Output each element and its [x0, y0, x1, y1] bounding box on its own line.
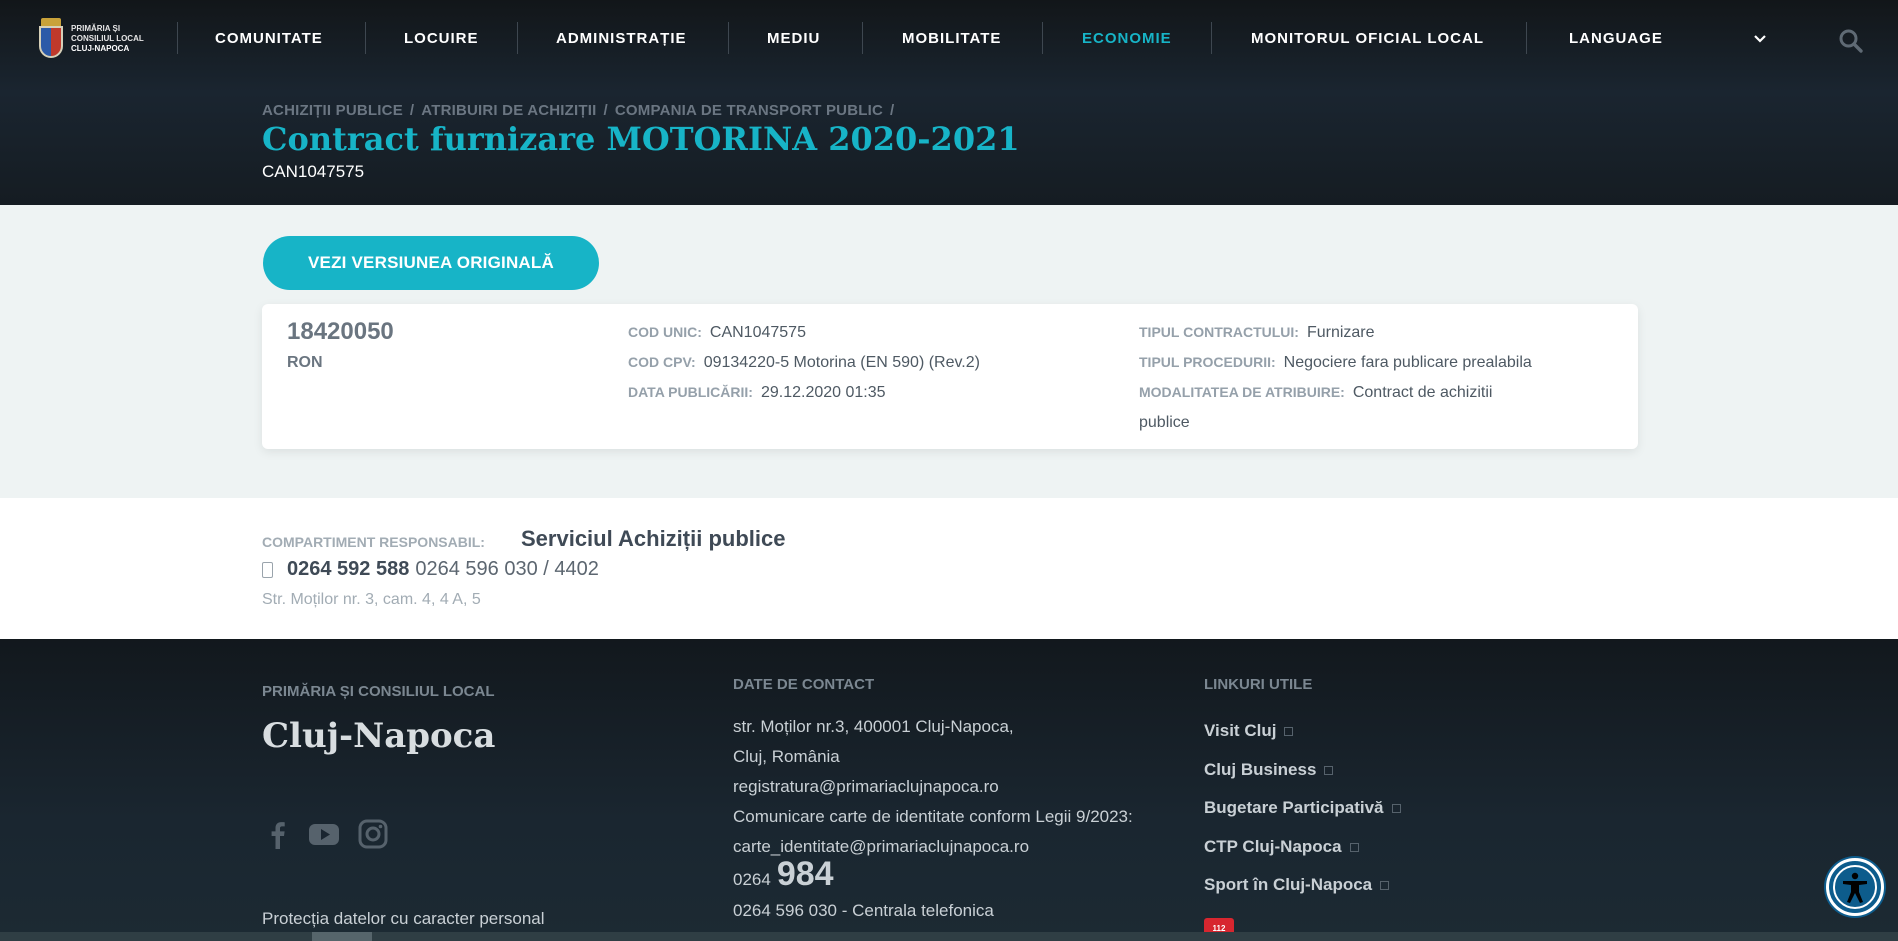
contact-short-number[interactable]: 0264 984 [733, 855, 834, 894]
nav-divider [365, 22, 366, 54]
data-publicarii-row: DATA PUBLICĂRII: 29.12.2020 01:35 [628, 377, 886, 408]
central-phone[interactable]: 0264 596 030 - Centrala telefonica [733, 901, 994, 921]
responsible-address: Str. Moților nr. 3, cam. 4, 4 A, 5 [262, 591, 481, 608]
phone-icon [262, 561, 273, 578]
cod-cpv-value: 09134220-5 Motorina (EN 590) (Rev.2) [703, 354, 980, 371]
page-title: Contract furnizare MOTORINA 2020-2021 [262, 120, 1020, 158]
breadcrumb-item[interactable]: COMPANIA DE TRANSPORT PUBLIC [615, 102, 883, 119]
search-icon[interactable] [1838, 28, 1864, 54]
tipul-procedurii-label: TIPUL PROCEDURII: [1139, 354, 1276, 370]
tipul-procedurii-row: TIPUL PROCEDURII: Negociere fara publicar… [1139, 347, 1532, 378]
cod-unic-row: COD UNIC: CAN1047575 [628, 317, 806, 348]
horizontal-scrollbar[interactable] [0, 932, 1898, 941]
chevron-down-icon[interactable] [1753, 32, 1767, 46]
footer-city: Cluj-Napoca [262, 716, 496, 756]
facebook-icon[interactable] [262, 818, 294, 850]
footer-heading-contact: DATE DE CONTACT [733, 676, 875, 693]
nav-divider [177, 22, 178, 54]
contract-currency: RON [287, 354, 323, 371]
site-logo[interactable]: PRIMĂRIA ȘI CONSILIUL LOCAL CLUJ-NAPOCA [38, 17, 156, 61]
external-link-icon [1391, 804, 1401, 814]
cod-unic-label: COD UNIC: [628, 324, 702, 340]
contact-address: str. Moților nr.3, 400001 Cluj-Napoca, [733, 717, 1014, 736]
page-subtitle: CAN1047575 [262, 162, 365, 181]
cod-unic-value: CAN1047575 [709, 324, 806, 341]
external-link-icon [1380, 881, 1390, 891]
data-publicarii-value: 29.12.2020 01:35 [760, 384, 886, 401]
contract-amount: 18420050 [287, 318, 394, 345]
city-crest-icon [38, 18, 64, 60]
short-number: 984 [776, 855, 834, 893]
data-publicarii-label: DATA PUBLICĂRII: [628, 384, 753, 400]
accessibility-button[interactable] [1826, 858, 1884, 916]
contact-id-email[interactable]: carte_identitate@primariaclujnapoca.ro [733, 837, 1029, 857]
nav-divider [862, 22, 863, 54]
phone-main[interactable]: 0264 592 588 [287, 558, 409, 581]
contact-id-note: Comunicare carte de identitate conform L… [733, 807, 1133, 826]
link-ctp-cluj-napoca[interactable]: CTP Cluj-Napoca [1204, 837, 1359, 857]
link-cluj-business[interactable]: Cluj Business [1204, 760, 1334, 780]
link-visit-cluj[interactable]: Visit Cluj [1204, 721, 1294, 741]
nav-divider [728, 22, 729, 54]
responsible-label: COMPARTIMENT RESPONSABIL: [262, 534, 485, 550]
responsible-department: Serviciul Achiziții publice [521, 526, 786, 551]
breadcrumb: ACHIZIȚII PUBLICE / ATRIBUIRI DE ACHIZIȚII… [262, 102, 895, 119]
footer-heading-primaria: PRIMĂRIA ȘI CONSILIUL LOCAL [262, 683, 495, 700]
contact-address-country: Cluj, România [733, 747, 840, 766]
modalitatea-value-cont: publice [1139, 414, 1190, 431]
nav-divider [517, 22, 518, 54]
tipul-contractului-row: TIPUL CONTRACTULUI: Furnizare [1139, 317, 1375, 348]
nav-mediu[interactable]: MEDIU [767, 30, 820, 47]
accessibility-icon [1833, 865, 1877, 909]
main-navigation: PRIMĂRIA ȘI CONSILIUL LOCAL CLUJ-NAPOCA … [0, 0, 1898, 78]
breadcrumb-item[interactable]: ACHIZIȚII PUBLICE [262, 102, 403, 119]
link-bugetare-participativa[interactable]: Bugetare Participativă [1204, 798, 1401, 818]
scrollbar-thumb[interactable] [312, 932, 372, 941]
cod-cpv-label: COD CPV: [628, 354, 696, 370]
nav-locuire[interactable]: LOCUIRE [404, 30, 479, 47]
breadcrumb-item[interactable]: ATRIBUIRI DE ACHIZIȚII [421, 102, 596, 119]
youtube-icon[interactable] [308, 818, 340, 850]
modalitatea-row: MODALITATEA DE ATRIBUIRE: Contract de ach… [1139, 377, 1609, 438]
external-link-icon [1324, 766, 1334, 776]
modalitatea-label: MODALITATEA DE ATRIBUIRE: [1139, 384, 1345, 400]
responsible-phone: 0264 592 588 0264 596 030 / 4402 [262, 558, 599, 581]
contact-email[interactable]: registratura@primariaclujnapoca.ro [733, 777, 999, 797]
nav-divider [1211, 22, 1212, 54]
instagram-icon[interactable] [357, 818, 389, 850]
nav-divider [1042, 22, 1043, 54]
nav-economie[interactable]: ECONOMIE [1082, 30, 1172, 47]
modalitatea-value: Contract de achizitii [1352, 384, 1493, 401]
privacy-link[interactable]: Protecția datelor cu caracter personal [262, 909, 545, 929]
nav-administratie[interactable]: ADMINISTRAȚIE [556, 30, 687, 47]
link-sport-cluj-napoca[interactable]: Sport în Cluj-Napoca [1204, 875, 1390, 895]
cod-cpv-row: COD CPV: 09134220-5 Motorina (EN 590) (Re… [628, 347, 980, 378]
tipul-contractului-label: TIPUL CONTRACTULUI: [1139, 324, 1299, 340]
footer-heading-links: LINKURI UTILE [1204, 676, 1313, 693]
nav-comunitate[interactable]: COMUNITATE [215, 30, 323, 47]
nav-monitorul-oficial[interactable]: MONITORUL OFICIAL LOCAL [1251, 30, 1484, 47]
logo-text: PRIMĂRIA ȘI CONSILIUL LOCAL CLUJ-NAPOCA [71, 24, 144, 53]
nav-mobilitate[interactable]: MOBILITATE [902, 30, 1001, 47]
contract-details-card: 18420050 RON COD UNIC: CAN1047575 COD CPV… [262, 304, 1638, 449]
view-original-button[interactable]: VEZI VERSIUNEA ORIGINALĂ [263, 236, 599, 290]
nav-divider [1526, 22, 1527, 54]
tipul-contractului-value: Furnizare [1306, 324, 1375, 341]
external-link-icon [1349, 843, 1359, 853]
phone-extra: 0264 596 030 / 4402 [415, 558, 599, 580]
tipul-procedurii-value: Negociere fara publicare prealabila [1283, 354, 1532, 371]
short-number-prefix: 0264 [733, 870, 771, 889]
language-selector[interactable]: LANGUAGE [1569, 30, 1663, 47]
external-link-icon [1284, 727, 1294, 737]
